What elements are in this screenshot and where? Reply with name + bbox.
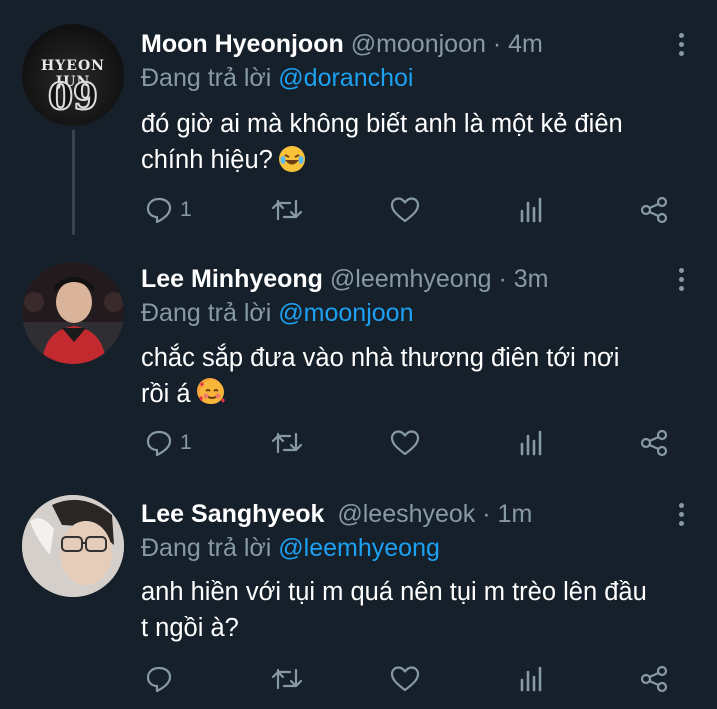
- tweet-header: Moon Hyeonjoon @moonjoon · 4m: [141, 30, 543, 60]
- tweet-text-line: chắc sắp đưa vào nhà thương điên tới nơi: [141, 344, 620, 372]
- heart-icon: [390, 197, 420, 223]
- more-vertical-icon: [679, 503, 684, 508]
- more-options-button[interactable]: [679, 268, 685, 295]
- share-button[interactable]: [638, 193, 670, 227]
- replying-to: Đang trả lời @leemhyeong: [141, 534, 440, 563]
- tweet-header: Lee Minhyeong @leemhyeong · 3m: [141, 265, 548, 295]
- timestamp[interactable]: 1m: [498, 500, 533, 528]
- tweet-text-line: anh hiền với tụi m quá nên tụi m trèo lê…: [141, 578, 647, 606]
- user-handle[interactable]: @leeshyeok: [337, 500, 475, 528]
- reply-count: 1: [180, 198, 192, 221]
- more-vertical-icon: [679, 268, 684, 273]
- replying-to-mention[interactable]: @moonjoon: [278, 299, 413, 327]
- analytics-icon: [520, 197, 542, 223]
- reply-icon: [146, 430, 172, 457]
- replying-to: Đang trả lời @moonjoon: [141, 299, 413, 328]
- face-with-tears-of-joy-icon: [278, 146, 305, 172]
- display-name[interactable]: Lee Minhyeong: [141, 265, 323, 293]
- tweet-text-line: chính hiệu?: [141, 142, 701, 178]
- replying-to-mention[interactable]: @doranchoi: [278, 64, 413, 92]
- analytics-icon: [520, 666, 542, 692]
- user-handle[interactable]: @leemhyeong: [330, 265, 492, 293]
- share-icon: [640, 665, 668, 693]
- tweet-header: Lee Sanghyeok @leeshyeok · 1m: [141, 500, 532, 530]
- more-vertical-icon: [679, 33, 684, 38]
- tweet-actions: 1: [0, 193, 717, 227]
- share-button[interactable]: [638, 662, 670, 696]
- share-icon: [640, 196, 668, 224]
- replying-to-label: Đang trả lời: [141, 299, 272, 327]
- smiling-face-with-hearts-icon: [196, 378, 225, 404]
- replying-to-label: Đang trả lời: [141, 534, 272, 562]
- analytics-button[interactable]: [518, 662, 546, 696]
- avatar[interactable]: [22, 262, 124, 364]
- separator-dot: ·: [492, 30, 502, 58]
- like-button[interactable]: [389, 426, 421, 460]
- reply-button[interactable]: 1: [144, 426, 192, 460]
- retweet-icon: [271, 432, 303, 454]
- reply-count: 1: [180, 431, 192, 454]
- avatar-jersey-number: 09: [47, 75, 99, 119]
- replying-to-label: Đang trả lời: [141, 64, 272, 92]
- tweet-actions: [0, 662, 717, 696]
- user-handle[interactable]: @moonjoon: [351, 30, 486, 58]
- more-options-button[interactable]: [679, 503, 685, 530]
- analytics-button[interactable]: [518, 193, 546, 227]
- share-button[interactable]: [638, 426, 670, 460]
- tweet-text: đó giờ ai mà không biết anh là một kẻ đi…: [141, 106, 701, 178]
- tweet-text: anh hiền với tụi m quá nên tụi m trèo lê…: [141, 574, 701, 646]
- like-button[interactable]: [389, 662, 421, 696]
- share-icon: [640, 429, 668, 457]
- reply-icon: [146, 666, 172, 693]
- avatar-photo: [22, 262, 124, 364]
- reply-button[interactable]: [144, 662, 174, 696]
- separator-dot: ·: [482, 500, 491, 528]
- tweet-actions: 1: [0, 426, 717, 460]
- retweet-button[interactable]: [270, 426, 304, 460]
- retweet-icon: [271, 668, 303, 690]
- avatar[interactable]: HYEON JUN 09: [22, 24, 124, 126]
- replying-to-mention[interactable]: @leemhyeong: [278, 534, 440, 562]
- avatar-photo: [22, 495, 124, 597]
- tweet-text: chắc sắp đưa vào nhà thương điên tới nơi…: [141, 340, 701, 412]
- reply-icon: [146, 197, 172, 224]
- heart-icon: [390, 666, 420, 692]
- analytics-icon: [520, 430, 542, 456]
- display-name[interactable]: Lee Sanghyeok: [141, 500, 324, 528]
- retweet-button[interactable]: [270, 662, 304, 696]
- analytics-button[interactable]: [518, 426, 546, 460]
- retweet-icon: [271, 199, 303, 221]
- tweet-text-line: rồi á: [141, 376, 701, 412]
- retweet-button[interactable]: [270, 193, 304, 227]
- timestamp[interactable]: 4m: [508, 30, 543, 58]
- display-name[interactable]: Moon Hyeonjoon: [141, 30, 344, 58]
- more-options-button[interactable]: [679, 33, 685, 60]
- reply-button[interactable]: 1: [144, 193, 192, 227]
- timestamp[interactable]: 3m: [514, 265, 549, 293]
- separator-dot: ·: [498, 265, 507, 293]
- tweet-text-line: đó giờ ai mà không biết anh là một kẻ đi…: [141, 110, 623, 138]
- avatar[interactable]: [22, 495, 124, 597]
- like-button[interactable]: [389, 193, 421, 227]
- replying-to: Đang trả lời @doranchoi: [141, 64, 413, 93]
- tweet-text-line: t ngồi à?: [141, 614, 239, 642]
- heart-icon: [390, 430, 420, 456]
